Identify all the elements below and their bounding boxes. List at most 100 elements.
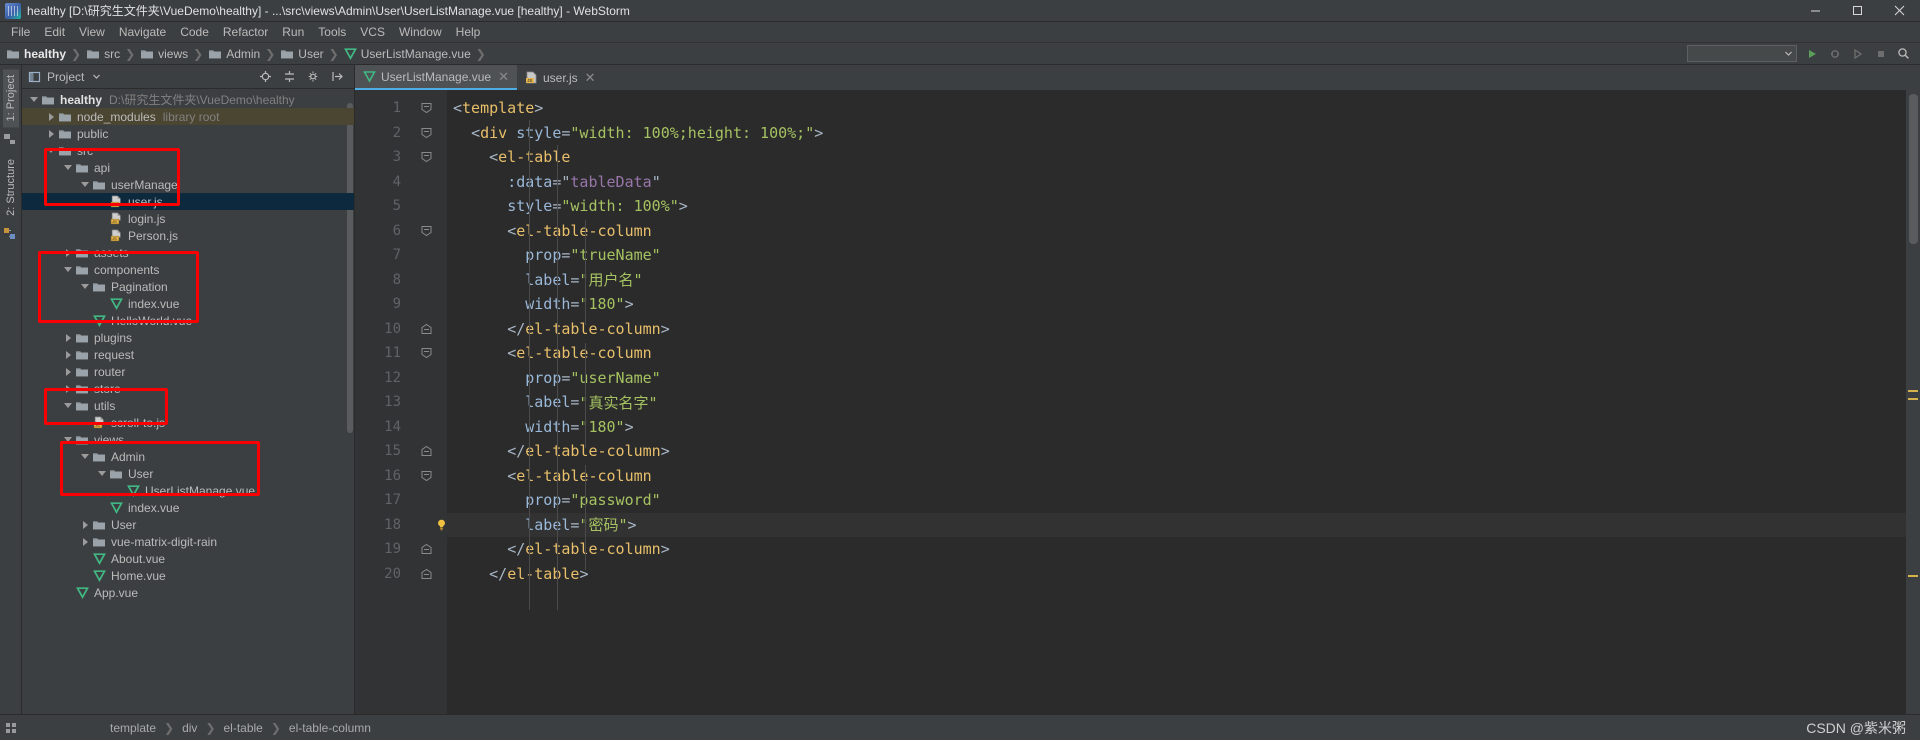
run-icon[interactable] xyxy=(1803,45,1820,62)
tree-node-scroll-to-js[interactable]: JS scroll-to.js xyxy=(22,414,354,431)
locate-icon[interactable] xyxy=(257,68,274,85)
gutter-line[interactable]: 9 xyxy=(355,292,447,317)
code-line[interactable]: </el-table-column > xyxy=(447,439,1906,464)
code-line[interactable]: </el-table-column > xyxy=(447,317,1906,342)
tree-node-admin[interactable]: Admin xyxy=(22,448,354,465)
code-line[interactable]: prop = "userName" xyxy=(447,366,1906,391)
chevron-down-icon[interactable] xyxy=(88,68,105,85)
chevron-down-icon[interactable] xyxy=(79,176,91,193)
breadcrumb-item-admin[interactable]: Admin xyxy=(208,47,260,61)
menu-tools[interactable]: Tools xyxy=(311,23,353,42)
tree-node-user[interactable]: User xyxy=(22,465,354,482)
collapse-all-icon[interactable] xyxy=(281,68,298,85)
tree-node-userlistmanage-vue[interactable]: UserListManage.vue xyxy=(22,482,354,499)
code-line[interactable]: prop = "trueName" xyxy=(447,243,1906,268)
gutter-line[interactable]: 20 xyxy=(355,562,447,587)
tree-node-assets[interactable]: assets xyxy=(22,244,354,261)
tree-node-home-vue[interactable]: Home.vue xyxy=(22,567,354,584)
code-fold-icon[interactable] xyxy=(421,544,432,555)
breadcrumb-item-user[interactable]: User xyxy=(280,47,324,61)
chevron-right-icon[interactable] xyxy=(62,244,74,261)
chevron-down-icon[interactable] xyxy=(62,159,74,176)
code-line[interactable]: label = "密码" > xyxy=(447,512,1906,537)
tree-node-store[interactable]: store xyxy=(22,380,354,397)
gutter-line[interactable]: 13 xyxy=(355,390,447,415)
menu-code[interactable]: Code xyxy=(173,23,216,42)
toggle-tool-windows-button[interactable] xyxy=(0,715,22,740)
chevron-right-icon[interactable] xyxy=(62,346,74,363)
code-fold-icon[interactable] xyxy=(421,127,432,138)
code-line[interactable]: < template > xyxy=(447,96,1906,121)
gutter-line[interactable]: 3 xyxy=(355,145,447,170)
tree-node-index-vue[interactable]: index.vue xyxy=(22,295,354,312)
gutter-line[interactable]: 18 xyxy=(355,513,447,538)
project-tree[interactable]: healthy D:\研究生文件夹\VueDemo\healthy node_mod… xyxy=(22,89,354,714)
gutter-line[interactable]: 17 xyxy=(355,488,447,513)
gutter-line[interactable]: 16 xyxy=(355,464,447,489)
code-fold-icon[interactable] xyxy=(421,470,432,481)
editor-marker-bar[interactable] xyxy=(1906,90,1920,714)
code-line[interactable]: style="width: 100%"> xyxy=(447,194,1906,219)
editor-scrollbar[interactable] xyxy=(1909,94,1918,244)
chevron-right-icon[interactable] xyxy=(62,380,74,397)
chevron-right-icon[interactable] xyxy=(62,329,74,346)
chevron-down-icon[interactable] xyxy=(79,448,91,465)
chevron-down-icon[interactable] xyxy=(45,142,57,159)
menu-edit[interactable]: Edit xyxy=(37,23,72,42)
tree-node-public[interactable]: public xyxy=(22,125,354,142)
chevron-down-icon[interactable] xyxy=(62,261,74,278)
code-fold-icon[interactable] xyxy=(421,225,432,236)
maximize-button[interactable] xyxy=(1836,0,1878,22)
menu-file[interactable]: File xyxy=(4,23,37,42)
favorites-icon[interactable] xyxy=(3,227,19,243)
tree-node-pagination[interactable]: Pagination xyxy=(22,278,354,295)
status-breadcrumb-item-el-table-column[interactable]: el-table-column xyxy=(289,721,371,735)
stop-icon[interactable] xyxy=(1872,45,1889,62)
coverage-icon[interactable] xyxy=(1849,45,1866,62)
tree-node-components[interactable]: components xyxy=(22,261,354,278)
tree-node-api[interactable]: api xyxy=(22,159,354,176)
editor-tab-userlistmanage[interactable]: UserListManage.vue ✕ xyxy=(355,65,517,90)
tree-node-person-js[interactable]: JS Person.js xyxy=(22,227,354,244)
gutter-line[interactable]: 12 xyxy=(355,366,447,391)
breadcrumb-item-src[interactable]: src xyxy=(86,47,120,61)
gutter-line[interactable]: 7 xyxy=(355,243,447,268)
tree-node-usermanage[interactable]: userManage xyxy=(22,176,354,193)
tree-node-utils[interactable]: utils xyxy=(22,397,354,414)
code-line[interactable]: < el-table-column xyxy=(447,341,1906,366)
chevron-right-icon[interactable] xyxy=(62,363,74,380)
breadcrumb-item-healthy[interactable]: healthy xyxy=(6,47,66,61)
code-fold-icon[interactable] xyxy=(421,323,432,334)
code-line[interactable]: </el-table > xyxy=(447,562,1906,587)
menu-view[interactable]: View xyxy=(72,23,112,42)
close-icon[interactable]: ✕ xyxy=(585,71,596,84)
tree-node-about-vue[interactable]: About.vue xyxy=(22,550,354,567)
tree-node-user-js[interactable]: JS user.js xyxy=(22,193,354,210)
chevron-down-icon[interactable] xyxy=(79,278,91,295)
editor-gutter[interactable]: 1 2 3 4 5 6 7 8 9 10 11 12 13 14 15 16 17 18 19 20 xyxy=(355,90,447,714)
gutter-line[interactable]: 8 xyxy=(355,268,447,293)
close-button[interactable] xyxy=(1878,0,1920,22)
search-icon[interactable] xyxy=(1895,45,1912,62)
chevron-down-icon[interactable] xyxy=(96,465,108,482)
gutter-line[interactable]: 11 xyxy=(355,341,447,366)
gutter-line[interactable]: 2 xyxy=(355,121,447,146)
gutter-line[interactable]: 1 xyxy=(355,96,447,121)
chevron-right-icon[interactable] xyxy=(45,125,57,142)
code-line[interactable]: < el-table-column xyxy=(447,219,1906,244)
gutter-line[interactable]: 14 xyxy=(355,415,447,440)
chevron-down-icon[interactable] xyxy=(62,397,74,414)
chevron-right-icon[interactable] xyxy=(79,516,91,533)
tree-node-src[interactable]: src xyxy=(22,142,354,159)
code-fold-icon[interactable] xyxy=(421,568,432,579)
gutter-line[interactable]: 5 xyxy=(355,194,447,219)
status-breadcrumb-item-el-table[interactable]: el-table xyxy=(224,721,263,735)
tool-window-structure[interactable]: 2: Structure xyxy=(3,153,19,222)
tree-node-node-modules[interactable]: node_modules library root xyxy=(22,108,354,125)
code-content[interactable]: < template > < div style = "width: 100%;heigh… xyxy=(447,90,1906,714)
gutter-line[interactable]: 4 xyxy=(355,170,447,195)
code-line[interactable]: width = "180" > xyxy=(447,415,1906,440)
breadcrumb-item-userlistmanage-vue[interactable]: UserListManage.vue xyxy=(343,47,471,61)
chevron-down-icon[interactable] xyxy=(62,431,74,448)
code-line[interactable]: < div style = "width: 100%;height: 100%;" > xyxy=(447,121,1906,146)
